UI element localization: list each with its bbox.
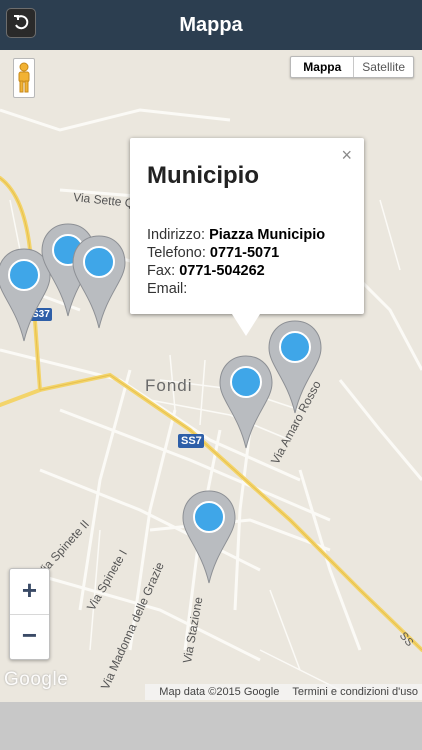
route-label-ss7: SS7 [181,435,202,447]
info-window-pointer [232,314,260,336]
email-label: Email: [147,281,188,297]
phone-label: Telefono: [147,245,210,261]
zoom-controls: + − [9,568,50,660]
address-label: Indirizzo: [147,227,210,243]
map-marker-pin[interactable] [218,352,274,452]
map-marker-pin[interactable] [267,317,323,417]
bottom-bar [0,702,422,750]
street-view-pegman[interactable] [13,58,35,98]
address-value: Piazza Municipio [209,227,326,243]
close-icon[interactable]: × [341,146,352,164]
terms-link[interactable]: Termini e condizioni d'uso [292,686,418,698]
phone-value[interactable]: 0771-5071 [210,245,279,261]
zoom-in-button[interactable]: + [10,569,49,615]
info-window-title: Municipio [147,162,259,189]
fax-value: 0771-504262 [179,263,265,279]
info-window-details: Indirizzo: Piazza Municipio Telefono: 07… [147,226,325,298]
town-label-fondi: Fondi [145,376,193,395]
info-window: × Municipio Indirizzo: Piazza Municipio … [130,138,364,336]
map-attribution: Map data ©2015 Google Termini e condizio… [145,684,422,700]
map-type-toggle: Mappa Satellite [290,56,414,78]
page-title: Mappa [179,14,243,36]
map-type-satellite-button[interactable]: Satellite [354,57,413,77]
address-line: Indirizzo: Piazza Municipio [147,226,325,244]
zoom-out-button[interactable]: − [10,614,49,659]
map-type-map-button[interactable]: Mappa [291,57,355,77]
map-marker-pin[interactable] [181,487,237,587]
email-line: Email: [147,280,325,298]
google-logo: Google [4,669,69,690]
map-marker-pin[interactable] [71,232,127,332]
pegman-icon [18,62,30,93]
map-view[interactable]: SS7 S37 Fondi Via Sette Q Via Spinete II… [0,50,422,702]
app-header: Mappa [0,0,422,50]
fax-line: Fax: 0771-504262 [147,262,325,280]
map-data-credit: Map data ©2015 Google [159,686,280,698]
fax-label: Fax: [147,263,180,279]
phone-line: Telefono: 0771-5071 [147,244,325,262]
